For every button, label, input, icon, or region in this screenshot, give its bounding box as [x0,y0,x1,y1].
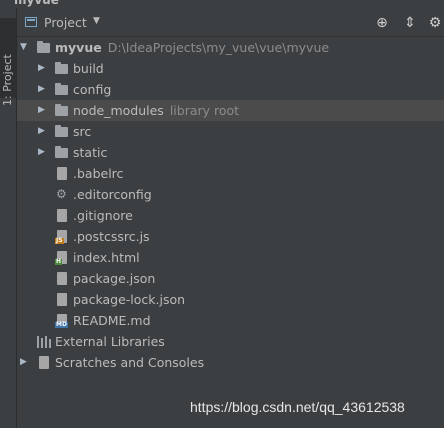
tree-scratches[interactable]: ▶ Scratches and Consoles [17,352,444,373]
tree-folder-build[interactable]: ▶ build [17,58,444,79]
file-label: README.md [73,313,151,328]
file-label: package.json [73,271,156,286]
collapsed-arrow-icon[interactable]: ▶ [38,121,45,142]
tree-file-gitignore[interactable]: .gitignore [17,205,444,226]
tree-external-libraries[interactable]: External Libraries [17,331,444,352]
html-badge: H [55,258,63,265]
collapsed-arrow-icon[interactable]: ▶ [20,352,27,373]
file-label: .editorconfig [73,187,152,202]
project-tool-tab-label: 1: Project [1,54,14,106]
tree-root-myvue[interactable]: ▼ myvue D:\IdeaProjects\my_vue\vue\myvue [17,37,444,58]
window-title-bar: myvue [0,0,444,8]
library-icon [37,336,51,348]
js-file-icon: JS [55,230,67,244]
folder-label: static [73,145,108,160]
collapsed-arrow-icon[interactable]: ▶ [38,79,45,100]
settings-gear-icon[interactable]: ⚙ [427,15,443,31]
tree-folder-config[interactable]: ▶ config [17,79,444,100]
markdown-file-icon: MD [55,314,68,328]
tree-folder-static[interactable]: ▶ static [17,142,444,163]
project-tool-tab[interactable]: 1: Project [0,18,16,106]
md-badge: MD [55,321,68,328]
folder-icon [55,62,68,74]
project-window-icon [25,17,37,27]
collapse-all-icon[interactable]: ⇕ [402,15,418,31]
config-file-icon [57,167,67,180]
project-view-selector[interactable]: Project [44,15,87,30]
file-label: .gitignore [73,208,133,223]
external-libraries-label: External Libraries [55,334,165,349]
tree-file-readme[interactable]: MD README.md [17,310,444,331]
json-file-icon [57,272,67,285]
chevron-down-icon[interactable]: ▼ [93,16,100,26]
config-file-icon [57,209,67,222]
library-root-hint: library root [169,103,240,118]
folder-label: build [73,61,104,76]
file-label: .postcssrc.js [73,229,150,244]
folder-icon [37,41,50,53]
scratches-label: Scratches and Consoles [55,355,205,370]
folder-icon [55,146,68,158]
project-tree: ▼ myvue D:\IdeaProjects\my_vue\vue\myvue … [17,37,444,373]
collapsed-arrow-icon[interactable]: ▶ [38,142,45,163]
root-path: D:\IdeaProjects\my_vue\vue\myvue [107,40,330,55]
scratches-icon [39,356,49,369]
collapsed-arrow-icon[interactable]: ▶ [38,58,45,79]
tree-file-editorconfig[interactable]: ⚙ .editorconfig [17,184,444,205]
collapsed-arrow-icon[interactable]: ▶ [38,100,45,121]
root-name: myvue [55,40,102,55]
tree-file-package-lock-json[interactable]: package-lock.json [17,289,444,310]
tool-window-sidebar: 1: Project [0,8,17,428]
tree-folder-node-modules[interactable]: ▶ node_modules library root [17,100,444,121]
folder-icon [55,125,68,137]
folder-icon [55,104,68,116]
tree-folder-src[interactable]: ▶ src [17,121,444,142]
tree-file-index-html[interactable]: H index.html [17,247,444,268]
window-title: myvue [14,0,59,7]
file-label: package-lock.json [73,292,186,307]
folder-label: config [73,82,112,97]
project-panel-header: Project ▼ ⊕ ⇕ ⚙ [17,8,444,37]
html-file-icon: H [55,251,67,265]
file-label: index.html [73,250,140,265]
tree-file-package-json[interactable]: package.json [17,268,444,289]
tree-file-babelrc[interactable]: .babelrc [17,163,444,184]
gear-icon: ⚙ [56,187,67,201]
watermark-text: https://blog.csdn.net/qq_43612538 [190,399,405,415]
folder-label: node_modules [73,103,164,118]
file-label: .babelrc [73,166,124,181]
expanded-arrow-icon[interactable]: ▼ [20,37,27,58]
folder-icon [55,83,68,95]
json-file-icon [57,293,67,306]
tree-file-postcssrc[interactable]: JS .postcssrc.js [17,226,444,247]
locate-icon[interactable]: ⊕ [374,15,390,31]
folder-label: src [73,124,92,139]
js-badge: JS [55,237,64,244]
